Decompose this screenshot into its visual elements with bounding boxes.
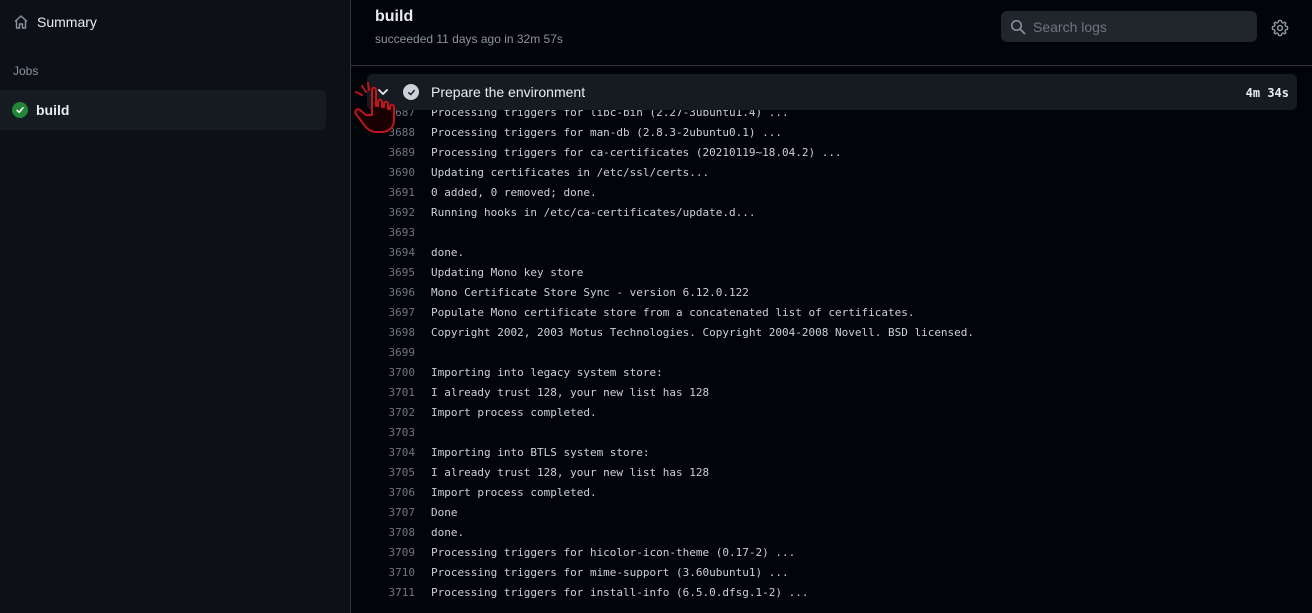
log-output: 3687 Processing triggers for libc-bin (2.… — [367, 100, 1297, 613]
log-line: 3689 Processing triggers for ca-certifica… — [367, 142, 1297, 162]
log-line-text: I already trust 128, your new list has 1… — [431, 385, 710, 399]
sidebar-item-build[interactable]: build — [0, 90, 326, 130]
log-line-text: Import process completed. — [431, 405, 597, 419]
log-line-text: Import process completed. — [431, 485, 597, 499]
log-line: 3708 done. — [367, 522, 1297, 542]
step-title: Prepare the environment — [431, 84, 586, 100]
log-line-number[interactable]: 3688 — [367, 126, 416, 139]
log-line-number[interactable]: 3704 — [367, 446, 416, 459]
log-line-number[interactable]: 3711 — [367, 586, 416, 599]
log-line: 3690 Updating certificates in /etc/ssl/ce… — [367, 162, 1297, 182]
log-line-number[interactable]: 3709 — [367, 546, 416, 559]
search-logs[interactable] — [1001, 11, 1257, 42]
log-line: 3711 Processing triggers for install-info… — [367, 582, 1297, 602]
log-line: 3704 Importing into BTLS system store: — [367, 442, 1297, 462]
log-line: 3700 Importing into legacy system store: — [367, 362, 1297, 382]
log-line-text: Copyright 2002, 2003 Motus Technologies.… — [431, 325, 975, 339]
log-line-text: Processing triggers for hicolor-icon-the… — [431, 545, 796, 559]
log-line-number[interactable]: 3697 — [367, 306, 416, 319]
job-status-summary: succeeded 11 days ago in 32m 57s — [375, 32, 563, 46]
log-line-text: Processing triggers for install-info (6.… — [431, 585, 809, 599]
log-line-number[interactable]: 3696 — [367, 286, 416, 299]
log-line: 3695 Updating Mono key store — [367, 262, 1297, 282]
job-title: build — [375, 8, 414, 25]
step-success-icon — [403, 84, 419, 100]
log-line-number[interactable]: 3705 — [367, 466, 416, 479]
log-line-text: Done — [431, 505, 458, 519]
jobs-heading: Jobs — [13, 64, 39, 78]
log-line: 3696 Mono Certificate Store Sync - versio… — [367, 282, 1297, 302]
log-line-text: Importing into BTLS system store: — [431, 445, 650, 459]
log-line-number[interactable]: 3695 — [367, 266, 416, 279]
home-icon — [14, 15, 28, 29]
log-line: 3703 — [367, 422, 1297, 442]
log-line: 3693 — [367, 222, 1297, 242]
gear-icon[interactable] — [1271, 19, 1289, 37]
log-line: 3701 I already trust 128, your new list h… — [367, 382, 1297, 402]
log-line-number[interactable]: 3702 — [367, 406, 416, 419]
log-line: 3694 done. — [367, 242, 1297, 262]
log-line: 3710 Processing triggers for mime-support… — [367, 562, 1297, 582]
log-line-text: Processing triggers for mime-support (3.… — [431, 565, 789, 579]
log-line: 3699 — [367, 342, 1297, 362]
log-line-number[interactable]: 3699 — [367, 346, 416, 359]
log-line-text: Importing into legacy system store: — [431, 365, 663, 379]
log-line-text: Processing triggers for ca-certificates … — [431, 145, 842, 159]
log-line-number[interactable]: 3692 — [367, 206, 416, 219]
log-line-number[interactable]: 3707 — [367, 506, 416, 519]
log-line: 3692 Running hooks in /etc/ca-certificate… — [367, 202, 1297, 222]
log-line-number[interactable]: 3691 — [367, 186, 416, 199]
log-line-text: done. — [431, 525, 465, 539]
log-line-number[interactable]: 3698 — [367, 326, 416, 339]
log-line-text: I already trust 128, your new list has 1… — [431, 465, 710, 479]
step-prepare-environment[interactable]: Prepare the environment 4m 34s — [367, 74, 1297, 110]
job-header: build succeeded 11 days ago in 32m 57s — [351, 0, 1312, 66]
log-line: 3705 I already trust 128, your new list h… — [367, 462, 1297, 482]
log-line: 3707 Done — [367, 502, 1297, 522]
log-line: 3706 Import process completed. — [367, 482, 1297, 502]
log-line-text: Populate Mono certificate store from a c… — [431, 305, 915, 319]
success-check-icon — [12, 102, 28, 118]
log-line-text: done. — [431, 245, 465, 259]
log-line: 3702 Import process completed. — [367, 402, 1297, 422]
sidebar: Summary Jobs build — [0, 0, 351, 613]
log-line: 3697 Populate Mono certificate store from… — [367, 302, 1297, 322]
log-line-text: Updating Mono key store — [431, 265, 584, 279]
log-line-number[interactable]: 3694 — [367, 246, 416, 259]
search-logs-input[interactable] — [1033, 18, 1253, 35]
log-line: 3698 Copyright 2002, 2003 Motus Technolog… — [367, 322, 1297, 342]
log-line-number[interactable]: 3690 — [367, 166, 416, 179]
chevron-down-icon[interactable] — [376, 85, 390, 99]
log-line-text: Processing triggers for man-db (2.8.3-2u… — [431, 125, 782, 139]
log-line-number[interactable]: 3708 — [367, 526, 416, 539]
step-duration: 4m 34s — [1245, 86, 1289, 100]
sidebar-item-label: build — [36, 102, 70, 118]
sidebar-item-summary[interactable]: Summary — [0, 8, 340, 36]
log-line: 3691 0 added, 0 removed; done. — [367, 182, 1297, 202]
log-line-number[interactable]: 3703 — [367, 426, 416, 439]
log-line: 3688 Processing triggers for man-db (2.8.… — [367, 122, 1297, 142]
log-line-number[interactable]: 3710 — [367, 566, 416, 579]
log-line-number[interactable]: 3700 — [367, 366, 416, 379]
log-line-text: 0 added, 0 removed; done. — [431, 185, 597, 199]
log-line-number[interactable]: 3689 — [367, 146, 416, 159]
sidebar-item-label: Summary — [37, 14, 97, 30]
log-line: 3709 Processing triggers for hicolor-icon… — [367, 542, 1297, 562]
log-line-number[interactable]: 3706 — [367, 486, 416, 499]
log-line-number[interactable]: 3701 — [367, 386, 416, 399]
log-line-text: Updating certificates in /etc/ssl/certs.… — [431, 165, 710, 179]
log-line-number[interactable]: 3693 — [367, 226, 416, 239]
log-line-text: Running hooks in /etc/ca-certificates/up… — [431, 205, 756, 219]
log-line-text: Mono Certificate Store Sync - version 6.… — [431, 285, 749, 299]
search-icon — [1010, 19, 1026, 34]
